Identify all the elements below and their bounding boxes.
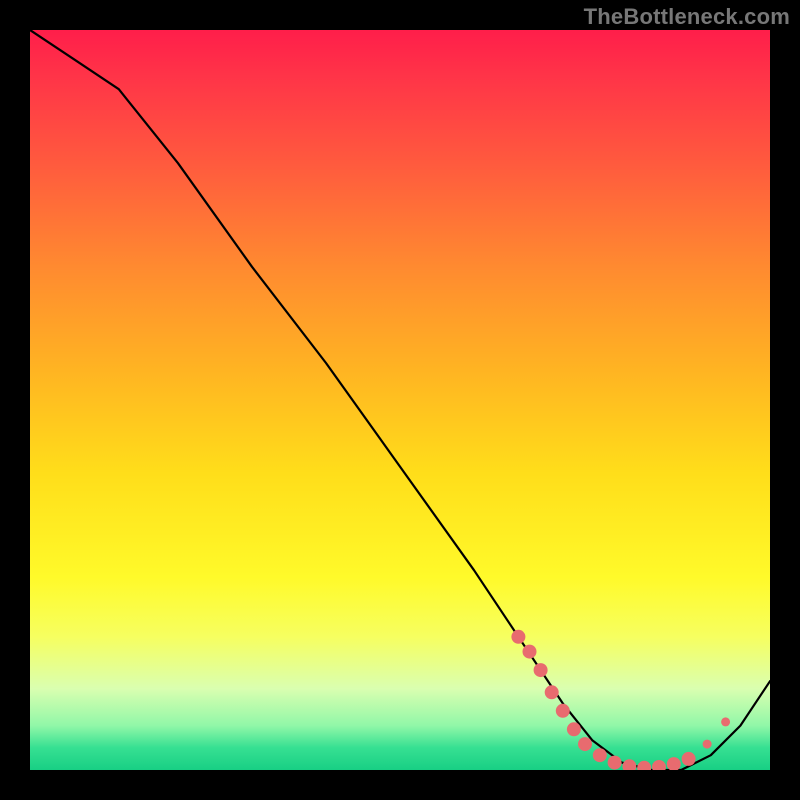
marker-dot	[523, 645, 537, 659]
curve-svg	[30, 30, 770, 770]
marker-dot	[637, 761, 651, 770]
plot-area	[30, 30, 770, 770]
marker-dot	[578, 737, 592, 751]
marker-dot	[652, 760, 666, 770]
curve-markers	[511, 630, 730, 770]
chart-frame: TheBottleneck.com	[0, 0, 800, 800]
watermark-text: TheBottleneck.com	[584, 4, 790, 30]
marker-dot	[703, 740, 712, 749]
marker-dot	[682, 752, 696, 766]
marker-dot	[534, 663, 548, 677]
marker-dot	[667, 757, 681, 770]
marker-dot	[593, 748, 607, 762]
marker-dot	[511, 630, 525, 644]
marker-dot	[567, 722, 581, 736]
marker-dot	[545, 685, 559, 699]
marker-dot	[622, 759, 636, 770]
marker-dot	[608, 756, 622, 770]
marker-dot	[556, 704, 570, 718]
marker-dot	[721, 717, 730, 726]
bottleneck-curve	[30, 30, 770, 770]
